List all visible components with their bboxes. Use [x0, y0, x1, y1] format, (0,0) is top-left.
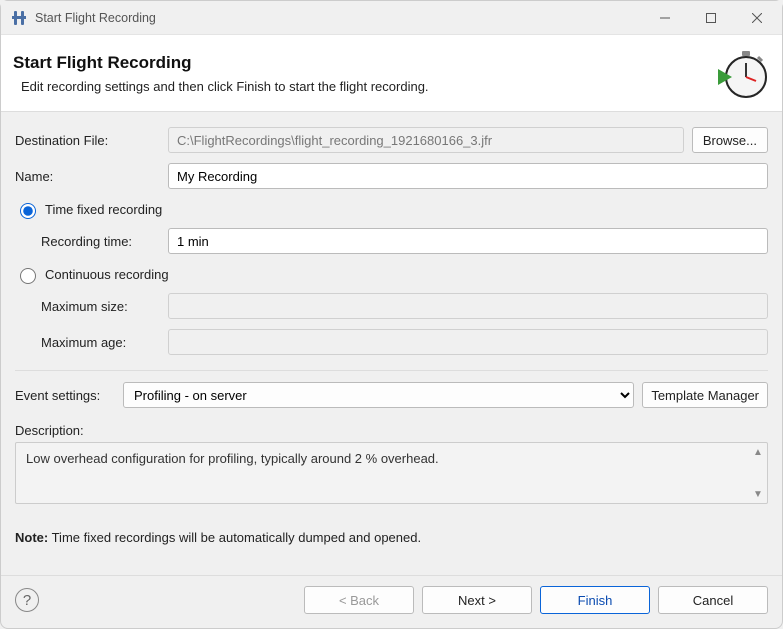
cancel-button[interactable]: Cancel [658, 586, 768, 614]
header-panel: Start Flight Recording Edit recording se… [1, 35, 782, 112]
note-prefix: Note: [15, 530, 48, 545]
browse-button[interactable]: Browse... [692, 127, 768, 153]
note-row: Note: Time fixed recordings will be auto… [15, 530, 768, 545]
time-fixed-label: Time fixed recording [45, 202, 162, 217]
window-title: Start Flight Recording [35, 11, 642, 25]
continuous-label: Continuous recording [45, 267, 169, 282]
max-age-field [168, 329, 768, 355]
recording-time-input[interactable] [168, 228, 768, 254]
separator [15, 370, 768, 371]
footer: ? < Back Next > Finish Cancel [1, 575, 782, 628]
maximize-button[interactable] [688, 2, 734, 34]
help-button[interactable]: ? [15, 588, 39, 612]
finish-button[interactable]: Finish [540, 586, 650, 614]
close-button[interactable] [734, 2, 780, 34]
name-input[interactable] [168, 163, 768, 189]
description-area-wrap: ▲ ▼ [15, 442, 768, 504]
max-size-label: Maximum size: [15, 299, 160, 314]
max-age-label: Maximum age: [15, 335, 160, 350]
minimize-button[interactable] [642, 2, 688, 34]
time-fixed-radio[interactable] [20, 203, 36, 219]
destination-file-label: Destination File: [15, 133, 160, 148]
continuous-radio[interactable] [20, 268, 36, 284]
recording-time-label: Recording time: [15, 234, 160, 249]
next-button[interactable]: Next > [422, 586, 532, 614]
form-area: Destination File: C:\FlightRecordings\fl… [1, 112, 782, 575]
template-manager-button[interactable]: Template Manager [642, 382, 768, 408]
page-title: Start Flight Recording [13, 53, 704, 73]
scroll-up-icon[interactable]: ▲ [751, 445, 765, 459]
app-icon [11, 10, 27, 26]
page-description: Edit recording settings and then click F… [13, 79, 704, 94]
max-size-field [168, 293, 768, 319]
event-settings-select[interactable]: Profiling - on server [123, 382, 634, 408]
titlebar: Start Flight Recording [1, 1, 782, 35]
scroll-down-icon[interactable]: ▼ [751, 487, 765, 501]
back-button[interactable]: < Back [304, 586, 414, 614]
description-label: Description: [15, 423, 768, 438]
name-label: Name: [15, 169, 160, 184]
stopwatch-icon [714, 45, 770, 101]
note-text: Time fixed recordings will be automatica… [48, 530, 421, 545]
event-settings-label: Event settings: [15, 388, 115, 403]
destination-file-field[interactable]: C:\FlightRecordings\flight_recording_192… [168, 127, 684, 153]
description-textarea[interactable] [16, 443, 749, 503]
